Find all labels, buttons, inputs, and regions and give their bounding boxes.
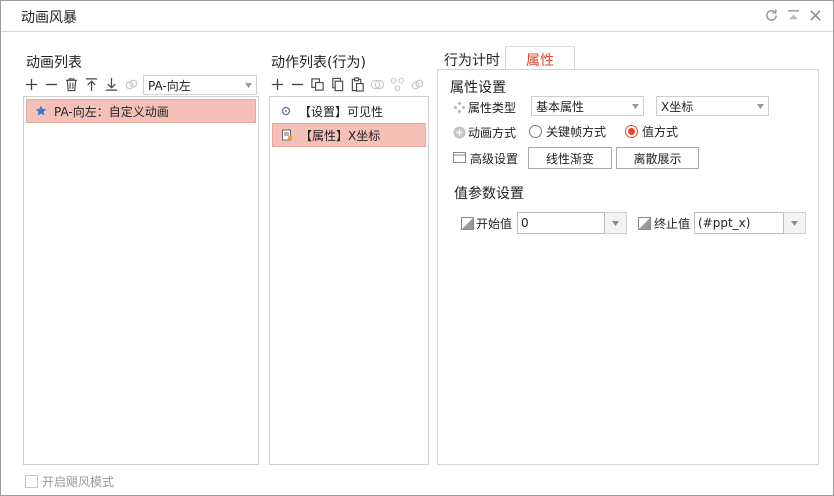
animation-storm-window: 动画风暴 动画列表 PA-向左 PA-向左：自定义动画 动作列表(行为) 【设置… bbox=[0, 0, 834, 496]
close-icon[interactable] bbox=[807, 7, 823, 23]
attribute-value: X坐标 bbox=[661, 99, 694, 114]
diamond-grid-icon bbox=[453, 101, 466, 114]
action-list-title: 动作列表(行为) bbox=[271, 55, 366, 71]
value-params-title: 值参数设置 bbox=[454, 186, 524, 202]
link-disabled-icon[interactable] bbox=[123, 75, 139, 93]
list-item-label: 【属性】X坐标 bbox=[300, 128, 381, 143]
start-value-input[interactable]: 0 bbox=[517, 212, 627, 234]
start-value-label: 开始值 bbox=[476, 217, 513, 231]
animation-list-toolbar bbox=[23, 75, 139, 93]
end-value-label: 终止值 bbox=[654, 217, 691, 231]
chevron-down-icon bbox=[627, 97, 643, 115]
settings-icon bbox=[277, 102, 295, 120]
paste-icon[interactable] bbox=[349, 75, 365, 93]
window-icon bbox=[453, 151, 466, 164]
action-list: 【设置】可见性 【属性】X坐标 bbox=[269, 96, 429, 465]
storm-mode-label: 开启飓风模式 bbox=[42, 475, 115, 489]
radio-dot bbox=[529, 125, 542, 138]
window-title: 动画风暴 bbox=[21, 10, 77, 26]
end-value-input[interactable]: (#ppt_x) bbox=[694, 212, 806, 234]
start-value-field[interactable]: 0 bbox=[517, 212, 605, 234]
checkbox-box bbox=[25, 475, 38, 488]
end-value-field[interactable]: (#ppt_x) bbox=[694, 212, 784, 234]
list-item[interactable]: 【属性】X坐标 bbox=[272, 123, 426, 147]
custom-animation-icon bbox=[32, 102, 50, 120]
storm-mode-checkbox[interactable]: 开启飓风模式 bbox=[25, 473, 114, 490]
list-item-label: PA-向左：自定义动画 bbox=[54, 104, 169, 119]
add-icon[interactable] bbox=[23, 75, 39, 93]
chevron-down-icon bbox=[752, 97, 768, 115]
title-bar: 动画风暴 bbox=[1, 1, 833, 32]
chevron-down-icon bbox=[240, 76, 256, 94]
collapse-icon[interactable] bbox=[785, 7, 801, 23]
property-type-label: 属性类型 bbox=[468, 101, 517, 115]
move-bottom-icon[interactable] bbox=[103, 75, 119, 93]
animation-list-title: 动画列表 bbox=[26, 55, 82, 71]
property-icon bbox=[278, 126, 296, 144]
list-item-label: 【设置】可见性 bbox=[299, 104, 384, 119]
method-value-radio[interactable]: 值方式 bbox=[625, 123, 678, 140]
refresh-icon[interactable] bbox=[763, 7, 779, 23]
linear-gradient-button[interactable]: 线性渐变 bbox=[528, 147, 612, 169]
plus-circle-icon bbox=[453, 126, 466, 139]
add-icon[interactable] bbox=[269, 75, 285, 93]
cut-icon[interactable] bbox=[309, 75, 325, 93]
property-type-select[interactable]: 基本属性 bbox=[531, 96, 644, 116]
chevron-down-icon[interactable] bbox=[784, 212, 806, 234]
end-value-icon bbox=[638, 217, 651, 230]
list-item[interactable]: 【设置】可见性 bbox=[272, 99, 426, 123]
start-value-icon bbox=[461, 217, 474, 230]
action-list-toolbar bbox=[269, 75, 425, 93]
animation-list: PA-向左：自定义动画 bbox=[23, 96, 259, 465]
copy-icon[interactable] bbox=[329, 75, 345, 93]
chevron-down-icon[interactable] bbox=[605, 212, 627, 234]
tab-timing[interactable]: 行为计时 bbox=[444, 50, 500, 70]
animation-selector[interactable]: PA-向左 bbox=[143, 75, 257, 95]
window-controls bbox=[763, 7, 823, 23]
remove-icon[interactable] bbox=[289, 75, 305, 93]
link-disabled-icon[interactable] bbox=[409, 75, 425, 93]
property-settings-title: 属性设置 bbox=[450, 80, 506, 96]
trash-icon[interactable] bbox=[63, 75, 79, 93]
remove-icon[interactable] bbox=[43, 75, 59, 93]
group-disabled-icon[interactable] bbox=[389, 75, 405, 93]
method-keyframe-radio[interactable]: 关键帧方式 bbox=[529, 123, 606, 140]
method-keyframe-label: 关键帧方式 bbox=[546, 125, 607, 139]
advanced-settings-label: 高级设置 bbox=[470, 152, 519, 166]
animation-method-label: 动画方式 bbox=[468, 126, 517, 140]
merge-disabled-icon[interactable] bbox=[369, 75, 385, 93]
method-value-label: 值方式 bbox=[642, 125, 679, 139]
list-item[interactable]: PA-向左：自定义动画 bbox=[26, 99, 256, 123]
attribute-select[interactable]: X坐标 bbox=[656, 96, 769, 116]
animation-selector-value: PA-向左 bbox=[148, 78, 191, 93]
property-type-value: 基本属性 bbox=[536, 99, 585, 114]
radio-dot-selected bbox=[625, 125, 638, 138]
move-top-icon[interactable] bbox=[83, 75, 99, 93]
discrete-display-button[interactable]: 离散展示 bbox=[616, 147, 699, 169]
